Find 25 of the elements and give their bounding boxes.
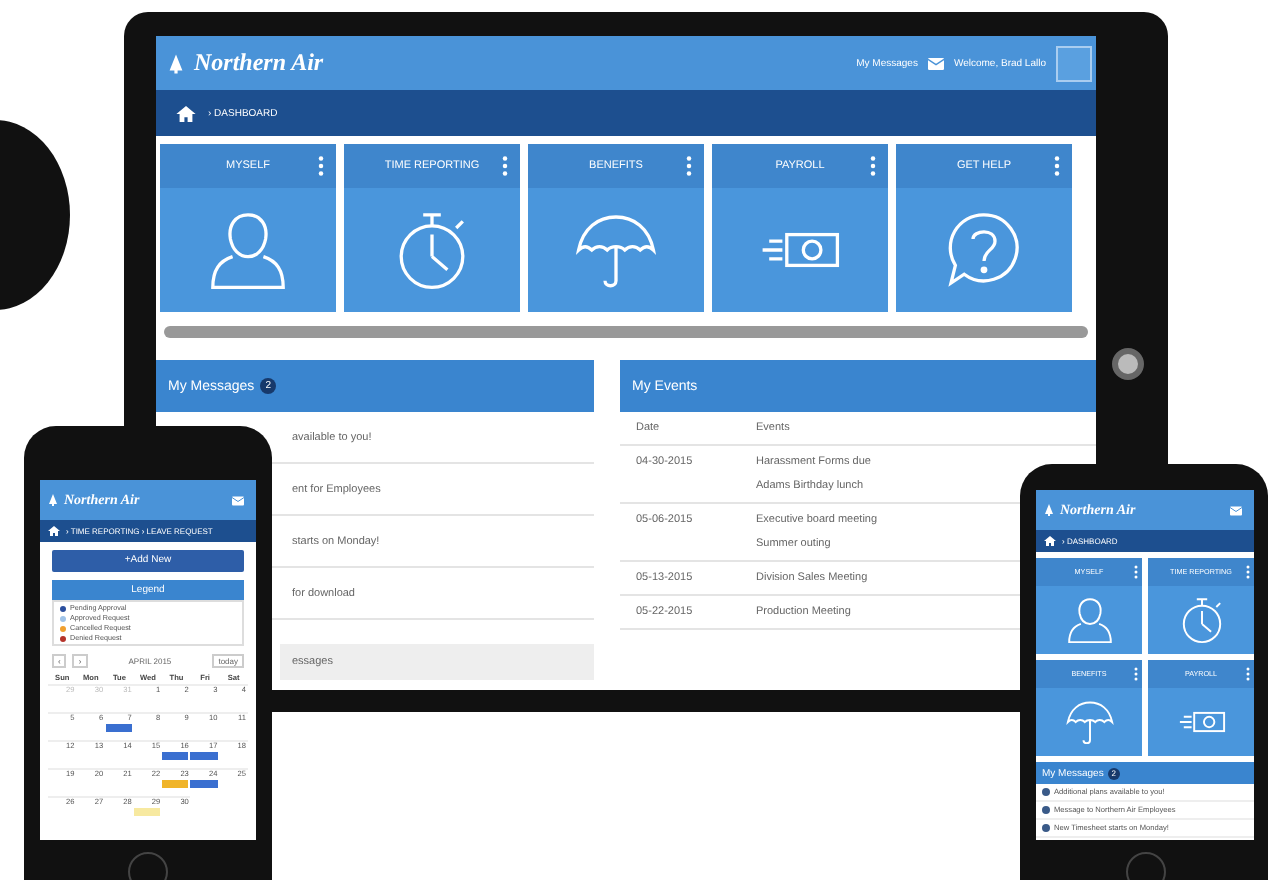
calendar-event[interactable]	[105, 724, 132, 732]
message-icon	[1042, 788, 1050, 796]
profile-box[interactable]	[1056, 45, 1092, 81]
scrollbar[interactable]	[164, 326, 1088, 338]
message-icon	[1042, 824, 1050, 832]
kebab-menu-icon[interactable]	[502, 154, 508, 178]
kebab-menu-icon[interactable]	[686, 154, 692, 178]
home-icon[interactable]	[176, 105, 196, 121]
tree-logo-icon	[168, 53, 184, 73]
kebab-menu-icon[interactable]	[1054, 154, 1060, 178]
home-icon[interactable]	[1044, 536, 1056, 546]
tree-logo-icon	[48, 494, 58, 506]
brand-logo: Northern Air	[194, 48, 324, 78]
home-button[interactable]	[1112, 348, 1144, 380]
tree-logo-icon	[1044, 504, 1054, 516]
message-icon	[1042, 806, 1050, 814]
calendar-event[interactable]	[162, 752, 189, 760]
envelope-icon[interactable]	[1230, 505, 1242, 515]
envelope-icon[interactable]	[927, 57, 944, 69]
home-icon[interactable]	[48, 526, 60, 536]
kebab-menu-icon[interactable]	[318, 154, 324, 178]
kebab-menu-icon[interactable]	[870, 154, 876, 178]
envelope-icon[interactable]	[232, 495, 244, 505]
umbrella-icon	[1063, 696, 1115, 748]
person-icon	[1063, 594, 1115, 646]
